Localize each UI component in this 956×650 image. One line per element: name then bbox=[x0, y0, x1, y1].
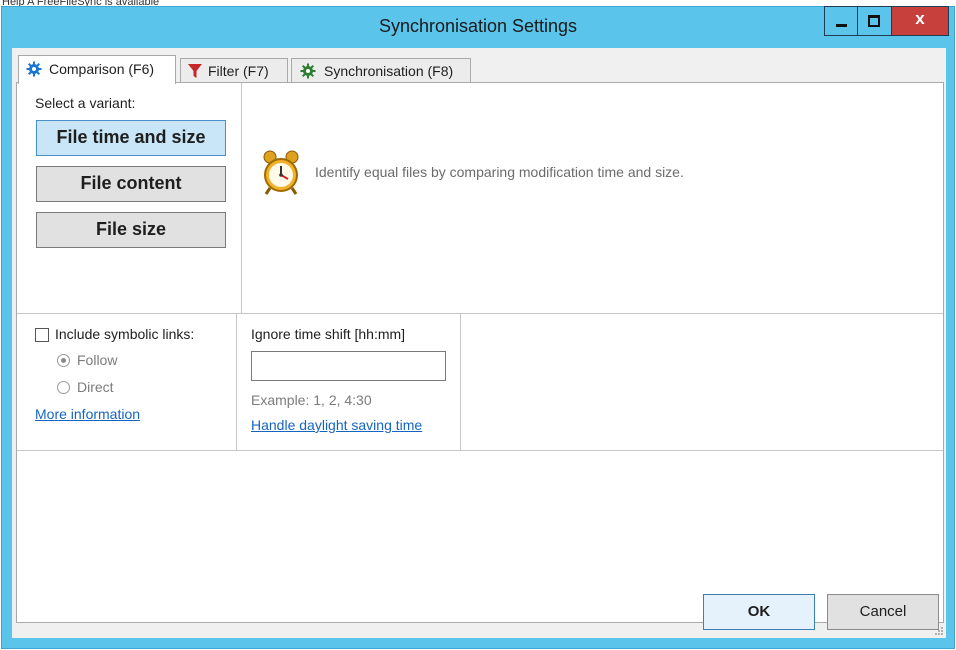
alarm-clock-icon bbox=[263, 150, 299, 195]
maximize-button[interactable] bbox=[858, 6, 892, 36]
tab-synchronisation-label: Synchronisation (F8) bbox=[324, 63, 454, 79]
options-divider bbox=[17, 450, 943, 451]
variant-description-text: Identify equal files by comparing modifi… bbox=[315, 164, 684, 180]
close-icon: x bbox=[915, 9, 925, 28]
include-symlinks-label[interactable]: Include symbolic links: bbox=[55, 326, 194, 342]
maximize-icon bbox=[868, 15, 880, 27]
direct-label: Direct bbox=[77, 379, 114, 395]
gear-green-icon bbox=[300, 63, 316, 79]
select-variant-label: Select a variant: bbox=[35, 95, 136, 111]
dialog-window: Synchronisation Settings x Comparison (F… bbox=[1, 6, 955, 649]
minimize-icon bbox=[836, 24, 847, 27]
tab-synchronisation[interactable]: Synchronisation (F8) bbox=[291, 58, 471, 82]
gear-icon bbox=[26, 61, 42, 77]
minimize-button[interactable] bbox=[824, 6, 858, 36]
dialog-client-area: Comparison (F6) Filter (F7) Synchronisat… bbox=[12, 48, 946, 638]
variant-size-button[interactable]: File size bbox=[36, 212, 226, 248]
follow-label: Follow bbox=[77, 352, 118, 368]
section-divider bbox=[17, 313, 943, 314]
time-shift-input[interactable] bbox=[251, 351, 446, 381]
title-bar[interactable]: Synchronisation Settings x bbox=[2, 6, 954, 47]
follow-radio[interactable] bbox=[57, 354, 70, 367]
include-symlinks-checkbox[interactable] bbox=[35, 328, 49, 342]
more-information-link[interactable]: More information bbox=[35, 406, 140, 422]
tab-filter-label: Filter (F7) bbox=[208, 63, 269, 79]
time-shift-label: Ignore time shift [hh:mm] bbox=[251, 326, 406, 342]
tab-filter[interactable]: Filter (F7) bbox=[180, 58, 288, 82]
funnel-icon bbox=[188, 64, 202, 78]
direct-radio[interactable] bbox=[57, 381, 70, 394]
comparison-panel: Select a variant: File time and size Fil… bbox=[16, 82, 944, 623]
window-title: Synchronisation Settings bbox=[378, 16, 578, 36]
tab-comparison[interactable]: Comparison (F6) bbox=[18, 55, 176, 84]
variant-selector: Select a variant: File time and size Fil… bbox=[17, 83, 242, 313]
time-shift-example: Example: 1, 2, 4:30 bbox=[251, 392, 372, 408]
variant-content-button[interactable]: File content bbox=[36, 166, 226, 202]
symlinks-divider bbox=[236, 314, 237, 450]
variant-time-size-button[interactable]: File time and size bbox=[36, 120, 226, 156]
daylight-saving-link[interactable]: Handle daylight saving time bbox=[251, 417, 422, 433]
close-button[interactable]: x bbox=[892, 6, 949, 36]
resize-grip-icon[interactable] bbox=[932, 624, 944, 636]
cancel-button[interactable]: Cancel bbox=[827, 594, 939, 630]
tab-comparison-label: Comparison (F6) bbox=[49, 61, 155, 77]
time-shift-divider bbox=[460, 314, 461, 450]
ok-button[interactable]: OK bbox=[703, 594, 815, 630]
